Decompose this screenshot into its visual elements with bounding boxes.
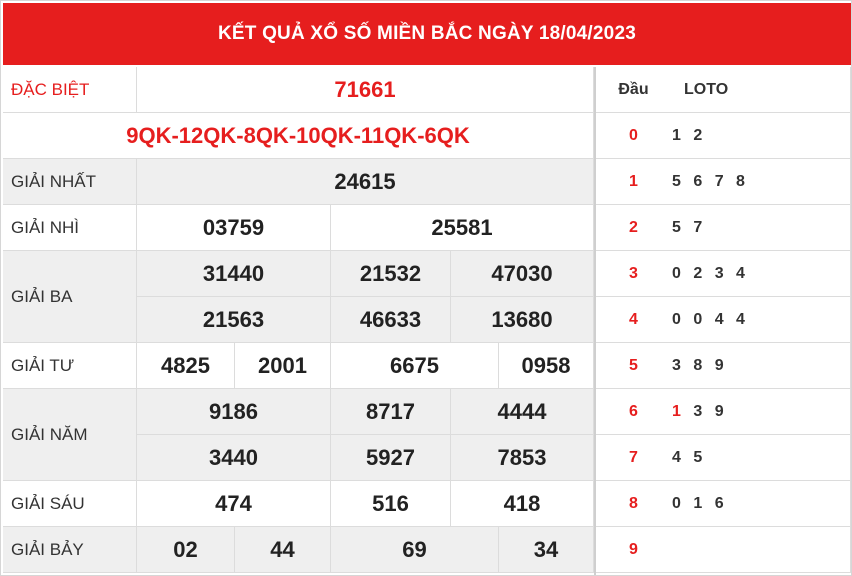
prize-value-3: 21563: [137, 297, 331, 343]
prize-value-5: 8717: [331, 389, 451, 435]
loto-tails: 3 8 9: [596, 343, 851, 389]
prize-code: 9QK-12QK-8QK-10QK-11QK-6QK: [3, 113, 594, 159]
prize-value-3: 21532: [331, 251, 451, 297]
prize-value-2: 03759: [137, 205, 331, 251]
prize-label-1: GIẢI NHẤT: [3, 159, 137, 205]
prize-label-special: ĐẶC BIỆT: [3, 67, 137, 113]
prize-value-5: 3440: [137, 435, 331, 481]
prize-label-7: GIẢI BẢY: [3, 527, 137, 573]
prize-value-3: 46633: [331, 297, 451, 343]
prize-value-4: 6675: [331, 343, 499, 389]
loto-tails: 0 1 6: [596, 481, 851, 527]
prize-value-6: 516: [331, 481, 451, 527]
loto-tail-highlight: 1: [672, 402, 685, 420]
page-title: KẾT QUẢ XỔ SỐ MIỀN BẮC NGÀY 18/04/2023: [3, 3, 851, 65]
prize-value-6: 418: [451, 481, 594, 527]
loto-header-loto: LOTO: [596, 67, 851, 113]
prize-value-7: 02: [137, 527, 235, 573]
prize-value-4: 0958: [499, 343, 594, 389]
prize-label-2: GIẢI NHÌ: [3, 205, 137, 251]
prize-value-2: 25581: [331, 205, 594, 251]
loto-tails: 1 2: [596, 113, 851, 159]
loto-tails: 0 0 4 4: [596, 297, 851, 343]
prize-value-special: 71661: [137, 67, 594, 113]
prize-value-6: 474: [137, 481, 331, 527]
loto-tails: 4 5: [596, 435, 851, 481]
prize-value-5: 4444: [451, 389, 594, 435]
prize-value-7: 44: [235, 527, 331, 573]
loto-tail-rest: 3 9: [684, 402, 728, 420]
prize-value-7: 69: [331, 527, 499, 573]
prize-value-3: 13680: [451, 297, 594, 343]
loto-tails: 1 3 9: [596, 389, 851, 435]
prize-value-4: 2001: [235, 343, 331, 389]
loto-tails: 5 7: [596, 205, 851, 251]
prize-label-6: GIẢI SÁU: [3, 481, 137, 527]
prize-value-7: 34: [499, 527, 594, 573]
prize-value-3: 47030: [451, 251, 594, 297]
prize-value-5: 9186: [137, 389, 331, 435]
prize-label-5: GIẢI NĂM: [3, 389, 137, 481]
prize-value-3: 31440: [137, 251, 331, 297]
loto-tails: 5 6 7 8: [596, 159, 851, 205]
prize-value-5: 7853: [451, 435, 594, 481]
loto-tails: 0 2 3 4: [596, 251, 851, 297]
prize-label-3: GIẢI BA: [3, 251, 137, 343]
prize-value-1: 24615: [137, 159, 594, 205]
results-table: KẾT QUẢ XỔ SỐ MIỀN BẮC NGÀY 18/04/2023 Đ…: [0, 0, 852, 576]
loto-tails: [596, 527, 851, 573]
prize-value-4: 4825: [137, 343, 235, 389]
prize-value-5: 5927: [331, 435, 451, 481]
prize-label-4: GIẢI TƯ: [3, 343, 137, 389]
